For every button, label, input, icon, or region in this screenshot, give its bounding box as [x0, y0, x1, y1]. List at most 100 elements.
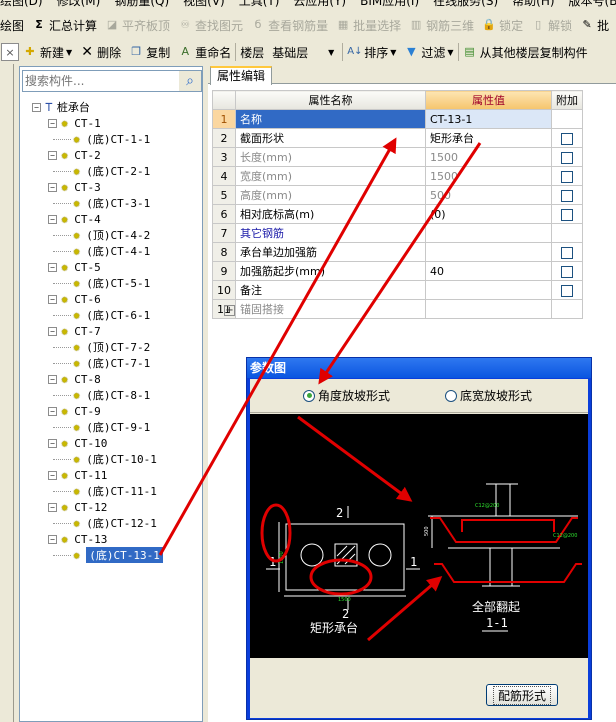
- property-value[interactable]: [425, 280, 552, 300]
- copy-button[interactable]: ❐ 复制: [129, 44, 170, 61]
- property-value[interactable]: 40: [425, 261, 552, 281]
- toolbar-button[interactable]: 绘图: [0, 17, 24, 34]
- collapse-icon[interactable]: −: [48, 214, 57, 224]
- sort-button[interactable]: A↓ 排序 ▼: [347, 44, 396, 61]
- extra-checkbox[interactable]: [561, 246, 573, 259]
- collapse-icon[interactable]: −: [48, 262, 57, 272]
- search-icon[interactable]: ⌕: [179, 71, 201, 91]
- property-value[interactable]: 500: [425, 185, 552, 205]
- collapse-icon[interactable]: −: [48, 182, 57, 192]
- collapse-icon[interactable]: −: [48, 534, 57, 544]
- tree-node-item[interactable]: ✹ (底)CT-10-1: [20, 451, 202, 467]
- copy-from-floor-button[interactable]: ▤ 从其他楼层复制构件: [463, 44, 587, 61]
- toolbar-button[interactable]: б 查看钢筋量: [251, 17, 328, 34]
- close-panel-button[interactable]: ×: [1, 43, 19, 61]
- toolbar-button[interactable]: ▦ 批量选择: [336, 17, 401, 34]
- collapse-icon[interactable]: −: [48, 118, 57, 128]
- property-value[interactable]: CT-13-1: [425, 109, 552, 129]
- toolbar-button[interactable]: 🔒 锁定: [482, 17, 523, 34]
- tree-node-group[interactable]: − ✹ CT-7: [20, 323, 202, 339]
- menu-item[interactable]: 云应用(Y): [293, 0, 346, 8]
- tree-node-item[interactable]: ✹ (底)CT-8-1: [20, 387, 202, 403]
- menu-item[interactable]: BIM应用(I): [360, 0, 419, 8]
- toolbar-button[interactable]: ◪ 平齐板顶: [105, 17, 170, 34]
- radio-bottom-width-slope[interactable]: 底宽放坡形式: [445, 387, 532, 404]
- property-row[interactable]: 9 加强筋起步(mm) 40: [212, 261, 583, 281]
- tree-node-group[interactable]: − ✹ CT-3: [20, 179, 202, 195]
- search-input[interactable]: [23, 71, 179, 91]
- property-row[interactable]: 4 宽度(mm) 1500: [212, 166, 583, 186]
- property-value[interactable]: 矩形承台: [425, 128, 552, 148]
- tree-node-item[interactable]: ✹ (底)CT-7-1: [20, 355, 202, 371]
- delete-button[interactable]: ✕ 删除: [80, 44, 121, 61]
- property-row[interactable]: 5 高度(mm) 500: [212, 185, 583, 205]
- tree-node-group[interactable]: − ✹ CT-6: [20, 291, 202, 307]
- collapse-icon[interactable]: −: [48, 502, 57, 512]
- tree-node-item[interactable]: ✹ (底)CT-2-1: [20, 163, 202, 179]
- collapse-icon[interactable]: −: [48, 438, 57, 448]
- extra-checkbox[interactable]: [561, 208, 573, 221]
- extra-checkbox[interactable]: [561, 132, 573, 145]
- collapse-icon[interactable]: −: [48, 470, 57, 480]
- filter-button[interactable]: ▼ 过滤 ▼: [404, 44, 453, 61]
- tree-node-group[interactable]: − ✹ CT-10: [20, 435, 202, 451]
- property-row[interactable]: 7 其它钢筋: [212, 223, 583, 243]
- tree-node-root[interactable]: − ⊤ 桩承台: [20, 99, 202, 115]
- property-value[interactable]: 1500: [425, 166, 552, 186]
- tree-node-item[interactable]: ✹ (底)CT-6-1: [20, 307, 202, 323]
- property-row[interactable]: 11 + 锚固搭接: [212, 299, 583, 319]
- collapse-icon[interactable]: −: [32, 102, 41, 112]
- tree-node-item[interactable]: ✹ (底)CT-11-1: [20, 483, 202, 499]
- toolbar-button[interactable]: ▥ 钢筋三维: [409, 17, 474, 34]
- tree-node-group[interactable]: − ✹ CT-13: [20, 531, 202, 547]
- menu-item[interactable]: 绘图(D): [0, 0, 43, 8]
- property-row[interactable]: 1 名称 CT-13-1: [212, 109, 583, 129]
- property-row[interactable]: 6 相对底标高(m) (0): [212, 204, 583, 224]
- menu-item[interactable]: 工具(T): [239, 0, 280, 8]
- expand-icon[interactable]: +: [224, 305, 235, 316]
- menu-item[interactable]: 钢筋量(Q): [114, 0, 169, 8]
- rebar-form-button[interactable]: 配筋形式: [486, 684, 558, 706]
- tree-node-group[interactable]: − ✹ CT-1: [20, 115, 202, 131]
- toolbar-button[interactable]: ✎ 批: [580, 17, 610, 34]
- tree-node-group[interactable]: − ✹ CT-4: [20, 211, 202, 227]
- tree-node-item[interactable]: ✹ (底)CT-13-1: [20, 547, 202, 563]
- tree-node-item[interactable]: ✹ (底)CT-4-1: [20, 243, 202, 259]
- menu-item[interactable]: 修改(M): [57, 0, 101, 8]
- tree-node-group[interactable]: − ✹ CT-2: [20, 147, 202, 163]
- tree-node-item[interactable]: ✹ (底)CT-1-1: [20, 131, 202, 147]
- menu-item[interactable]: 视图(V): [183, 0, 225, 8]
- extra-checkbox[interactable]: [561, 284, 573, 297]
- tree-node-item[interactable]: ✹ (底)CT-3-1: [20, 195, 202, 211]
- toolbar-button[interactable]: Σ 汇总计算: [32, 17, 97, 34]
- property-value[interactable]: 1500: [425, 147, 552, 167]
- property-row[interactable]: 2 截面形状 矩形承台: [212, 128, 583, 148]
- menu-item[interactable]: 版本号(B): [569, 0, 616, 8]
- property-row[interactable]: 10 备注: [212, 280, 583, 300]
- property-value[interactable]: [425, 299, 552, 319]
- collapse-icon[interactable]: −: [48, 406, 57, 416]
- extra-checkbox[interactable]: [561, 189, 573, 202]
- menu-item[interactable]: 帮助(H): [512, 0, 554, 8]
- tree-node-group[interactable]: − ✹ CT-11: [20, 467, 202, 483]
- tree-node-item[interactable]: ✹ (底)CT-9-1: [20, 419, 202, 435]
- tab-property-edit[interactable]: 属性编辑: [210, 66, 273, 85]
- menu-item[interactable]: 在线服务(S): [433, 0, 498, 8]
- property-row[interactable]: 3 长度(mm) 1500: [212, 147, 583, 167]
- rename-button[interactable]: A 重命名: [178, 44, 231, 61]
- tree-node-group[interactable]: − ✹ CT-12: [20, 499, 202, 515]
- tree-node-item[interactable]: ✹ (顶)CT-7-2: [20, 339, 202, 355]
- tree-node-item[interactable]: ✹ (顶)CT-4-2: [20, 227, 202, 243]
- property-value[interactable]: [425, 242, 552, 262]
- floor-select[interactable]: 基础层 ▼: [270, 43, 336, 61]
- toolbar-button[interactable]: ▯ 解锁: [531, 17, 572, 34]
- collapse-icon[interactable]: −: [48, 326, 57, 336]
- new-button[interactable]: ✚ 新建 ▼: [23, 44, 72, 61]
- toolbar-button[interactable]: ♾ 查找图元: [178, 17, 243, 34]
- property-row[interactable]: 8 承台单边加强筋: [212, 242, 583, 262]
- property-value[interactable]: (0): [425, 204, 552, 224]
- tree-node-group[interactable]: − ✹ CT-5: [20, 259, 202, 275]
- extra-checkbox[interactable]: [561, 151, 573, 164]
- collapse-icon[interactable]: −: [48, 294, 57, 304]
- tree-node-item[interactable]: ✹ (底)CT-5-1: [20, 275, 202, 291]
